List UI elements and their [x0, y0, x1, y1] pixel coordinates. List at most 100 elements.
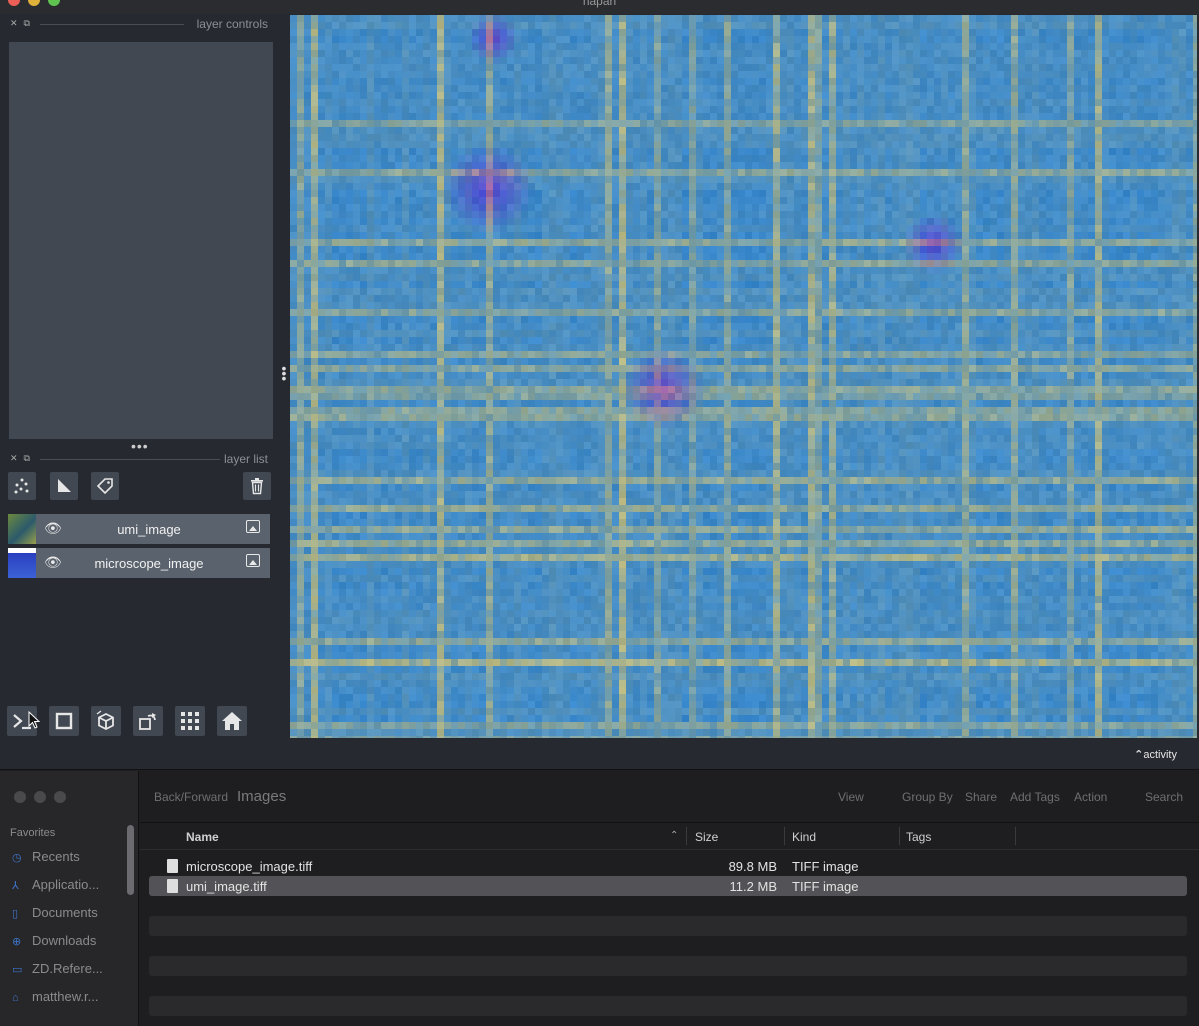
dock-float-close-icons[interactable]: ✕⧉: [10, 18, 36, 29]
layer-name: umi_image: [117, 522, 181, 537]
action-button[interactable]: Action: [1074, 790, 1107, 804]
layer-list-label: layer list: [223, 452, 268, 466]
zoom-window-button[interactable]: [48, 0, 60, 6]
napari-window: napari ✕⧉ layer controls ••• ✕⧉ layer li…: [0, 0, 1199, 770]
grid-view-button[interactable]: [175, 706, 205, 736]
new-labels-layer-button[interactable]: [91, 472, 119, 500]
layer-name: microscope_image: [94, 556, 204, 571]
search-button[interactable]: Search: [1145, 790, 1183, 804]
panel-splitter-handle[interactable]: • • •: [281, 361, 287, 385]
download-icon: ⊕: [12, 936, 22, 948]
close-window-button[interactable]: [14, 791, 26, 803]
empty-row-stripe: [149, 996, 1187, 1016]
image-layer-icon: [246, 520, 260, 533]
column-divider: [784, 827, 785, 845]
column-header-row: Name ⌃ Size Kind Tags: [140, 824, 1199, 850]
home-icon: [222, 712, 242, 730]
empty-row-stripe: [149, 956, 1187, 976]
document-icon: ▯: [12, 908, 19, 920]
layer-row-umi-image[interactable]: 👁 umi_image: [8, 514, 270, 544]
folder-title: Images: [237, 788, 287, 805]
reset-view-button[interactable]: [217, 706, 247, 736]
sidebar-scrollbar[interactable]: [127, 825, 134, 895]
layer-controls-label: layer controls: [196, 17, 268, 31]
square-icon: [55, 712, 73, 730]
dock-float-close-icons[interactable]: ✕⧉: [10, 453, 36, 464]
sidebar-item-home[interactable]: ⌂ matthew.r...: [12, 989, 98, 1004]
folder-icon: ▭: [12, 964, 23, 976]
cube-icon: [96, 710, 114, 731]
trash-icon: [251, 478, 263, 495]
file-kind: TIFF image: [792, 879, 859, 894]
grid-icon: [181, 712, 199, 730]
chevron-up-icon: ⌃: [1134, 749, 1144, 761]
points-icon: [14, 478, 29, 494]
add-tags-button[interactable]: Add Tags: [1010, 790, 1060, 804]
file-name: umi_image.tiff: [186, 879, 267, 894]
apps-icon: ⅄: [12, 880, 19, 892]
roll-dimensions-button[interactable]: [91, 706, 121, 736]
sidebar-item-zd-reference[interactable]: ▭ ZD.Refere...: [12, 961, 103, 976]
new-points-layer-button[interactable]: [8, 472, 36, 500]
clock-icon: ◷: [12, 852, 22, 864]
home-icon: ⌂: [12, 992, 19, 1004]
tiff-file-icon: [167, 859, 178, 873]
column-header-tags[interactable]: Tags: [906, 830, 931, 844]
visibility-eye-icon[interactable]: 👁: [44, 520, 62, 537]
file-size: 11.2 MB: [729, 879, 777, 894]
column-divider: [899, 827, 900, 845]
sidebar-item-downloads[interactable]: ⊕ Downloads: [12, 933, 96, 948]
column-divider: [686, 827, 687, 845]
header-divider: [40, 459, 220, 460]
tiff-file-icon: [167, 879, 178, 893]
layer-thumbnail: [8, 548, 36, 578]
rotate-icon: [139, 713, 156, 730]
layer-list-header: ✕⧉ layer list: [8, 451, 270, 467]
sidebar-item-recents[interactable]: ◷ Recents: [12, 849, 80, 864]
labels-icon: [96, 478, 113, 495]
column-header-name[interactable]: Name: [186, 830, 219, 844]
header-divider: [40, 24, 184, 25]
group-by-button[interactable]: Group By: [902, 790, 953, 804]
image-layer-icon: [246, 554, 260, 567]
visibility-eye-icon[interactable]: 👁: [44, 554, 62, 571]
layer-controls-panel: [9, 42, 273, 439]
file-kind: TIFF image: [792, 859, 859, 874]
layer-row-microscope-image[interactable]: 👁 microscope_image: [8, 548, 270, 578]
transpose-dimensions-button[interactable]: [133, 706, 163, 736]
column-header-size[interactable]: Size: [695, 830, 718, 844]
minimize-window-button[interactable]: [28, 0, 40, 6]
zoom-window-button[interactable]: [54, 791, 66, 803]
back-forward-button[interactable]: Back/Forward: [154, 790, 228, 804]
file-row-umi-image[interactable]: umi_image.tiff 11.2 MB TIFF image: [149, 876, 1187, 896]
sidebar-item-applications[interactable]: ⅄ Applicatio...: [12, 877, 99, 892]
sort-chevron-up-icon: ⌃: [670, 830, 679, 841]
sidebar-item-documents[interactable]: ▯ Documents: [12, 905, 98, 920]
file-size: 89.8 MB: [728, 859, 777, 874]
mouse-cursor-icon: [28, 711, 40, 729]
window-title: napari: [582, 0, 617, 8]
toggle-ndisplay-button[interactable]: [49, 706, 79, 736]
new-shapes-layer-button[interactable]: [50, 472, 78, 500]
finder-toolbar: Back/Forward Images View Group By Share …: [140, 771, 1199, 823]
close-window-button[interactable]: [8, 0, 20, 6]
share-button[interactable]: Share: [965, 790, 997, 804]
shapes-icon: [58, 479, 71, 492]
file-row-microscope-image[interactable]: microscope_image.tiff 89.8 MB TIFF image: [149, 856, 1187, 876]
window-titlebar: napari: [0, 0, 1199, 14]
column-divider: [1015, 827, 1016, 845]
file-name: microscope_image.tiff: [186, 859, 313, 874]
image-render: [290, 15, 1197, 738]
layer-thumbnail: [8, 514, 36, 544]
view-button[interactable]: View: [838, 790, 864, 804]
finder-window: Favorites ◷ Recents ⅄ Applicatio... ▯ Docum…: [0, 771, 1199, 1026]
image-canvas[interactable]: [290, 15, 1197, 738]
column-header-kind[interactable]: Kind: [792, 830, 816, 844]
finder-sidebar: Favorites ◷ Recents ⅄ Applicatio... ▯ Docum…: [0, 771, 139, 1026]
favorites-heading: Favorites: [10, 827, 56, 839]
delete-layer-button[interactable]: [243, 472, 271, 500]
activity-button[interactable]: ⌃activity: [1134, 748, 1177, 761]
empty-row-stripe: [149, 916, 1187, 936]
minimize-window-button[interactable]: [34, 791, 46, 803]
layer-controls-header: ✕⧉ layer controls: [8, 16, 270, 32]
